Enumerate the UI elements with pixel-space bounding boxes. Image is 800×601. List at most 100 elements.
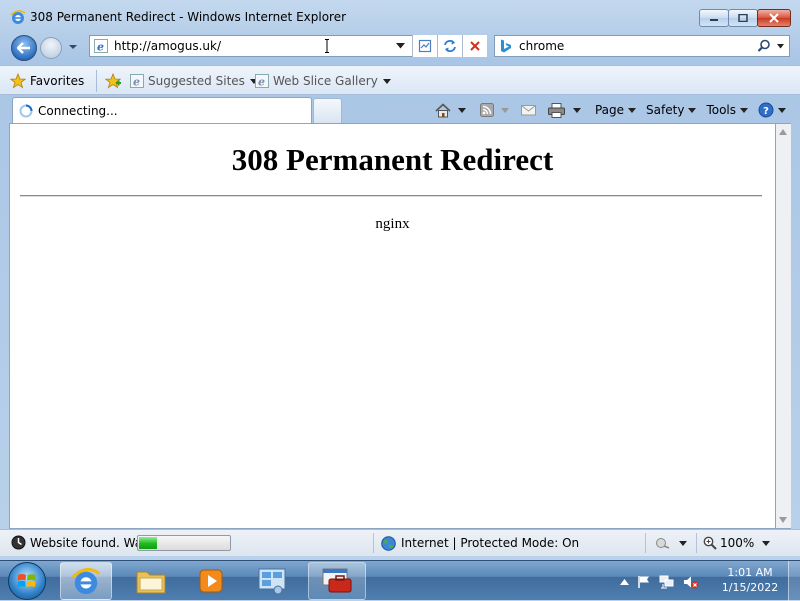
page-menu-button[interactable]: Page [594, 103, 637, 117]
printer-icon [547, 102, 565, 118]
favorites-button[interactable]: Favorites [10, 71, 84, 91]
tab-command-bar: Connecting... Page Safety Tools ? [0, 95, 800, 123]
forward-button[interactable] [40, 37, 62, 59]
compatibility-view-button[interactable] [412, 35, 437, 57]
taskbar-toolbox-app[interactable] [308, 562, 366, 600]
minimize-icon [710, 19, 718, 21]
action-center-flag-icon[interactable] [637, 575, 651, 589]
clock-time: 1:01 AM [727, 566, 773, 579]
search-icon[interactable] [757, 39, 771, 53]
taskbar-windows-explorer[interactable] [125, 562, 177, 600]
help-icon: ? [758, 102, 774, 118]
feeds-button[interactable] [479, 103, 509, 117]
refresh-button[interactable] [437, 35, 462, 57]
help-button[interactable]: ? [758, 102, 786, 118]
suggested-sites-link[interactable]: e Suggested Sites [130, 71, 258, 91]
show-hidden-icons-icon[interactable] [620, 579, 629, 585]
favorites-star-icon [10, 73, 26, 89]
scroll-down-arrow-icon[interactable] [779, 517, 787, 523]
mail-icon [520, 105, 536, 116]
scroll-up-arrow-icon[interactable] [779, 129, 787, 135]
address-input[interactable] [114, 36, 404, 56]
favorites-separator [96, 70, 97, 92]
status-separator [696, 533, 697, 553]
refresh-icon [444, 40, 456, 52]
chevron-down-icon [679, 540, 687, 546]
tab-label: Connecting... [38, 103, 118, 118]
page-divider [20, 195, 762, 197]
print-button[interactable] [547, 102, 581, 118]
zoom-dropdown-icon[interactable] [762, 541, 770, 546]
ie-logo-icon [10, 10, 26, 24]
suggested-sites-label: Suggested Sites [148, 74, 245, 88]
ie-page-icon: e [94, 39, 108, 53]
chevron-down-icon [778, 107, 786, 113]
recent-pages-dropdown-icon[interactable] [68, 42, 78, 52]
svg-text:e: e [97, 41, 104, 54]
vertical-scrollbar[interactable] [776, 123, 791, 529]
taskbar-media-player[interactable] [185, 562, 237, 600]
media-player-icon [199, 569, 223, 593]
minimize-button[interactable] [699, 9, 729, 27]
svg-text:e: e [133, 76, 140, 89]
window-title: 308 Permanent Redirect - Windows Interne… [30, 10, 347, 24]
navigation-bar: e [0, 34, 800, 61]
protected-mode-button[interactable] [655, 535, 687, 551]
network-icon[interactable] [659, 575, 675, 589]
taskbar-control-panel[interactable] [246, 562, 298, 600]
chevron-down-icon[interactable] [572, 107, 581, 113]
back-button[interactable] [11, 35, 37, 61]
clock-date: 1/15/2022 [721, 581, 779, 594]
maximize-button[interactable] [728, 9, 758, 27]
tools-menu-button[interactable]: Tools [706, 103, 748, 117]
zoom-button[interactable]: 100% [703, 535, 754, 551]
stop-button[interactable] [462, 35, 487, 57]
chevron-down-icon [740, 107, 748, 113]
caption-buttons [699, 9, 791, 27]
ie-window: 308 Permanent Redirect - Windows Interne… [0, 0, 800, 560]
title-bar[interactable]: 308 Permanent Redirect - Windows Interne… [0, 0, 800, 34]
bing-icon [501, 39, 511, 53]
taskbar: 1:01 AM 1/15/2022 [0, 560, 800, 601]
search-input[interactable] [519, 36, 739, 56]
server-signature: nginx [375, 216, 410, 232]
tab-active[interactable]: Connecting... [12, 97, 312, 123]
rss-feed-icon [479, 103, 494, 117]
web-slice-gallery-label: Web Slice Gallery [273, 74, 378, 88]
chevron-down-icon[interactable] [500, 107, 509, 113]
tools-menu-label: Tools [706, 103, 736, 117]
network-computer-icon [258, 568, 286, 595]
volume-muted-icon[interactable] [683, 575, 699, 589]
globe-icon [381, 535, 396, 551]
favorites-label: Favorites [30, 74, 85, 88]
search-options-dropdown-icon[interactable] [777, 44, 784, 49]
back-arrow-icon [17, 42, 30, 54]
web-slice-gallery-link[interactable]: e Web Slice Gallery [255, 71, 391, 91]
status-text: Website found. Wai [30, 536, 146, 550]
start-button[interactable] [8, 562, 46, 600]
status-separator [645, 533, 646, 553]
ie-page-icon: e [255, 74, 269, 88]
maximize-icon [738, 14, 748, 22]
address-bar: e [89, 35, 487, 57]
favorites-bar: Favorites e Suggested Sites e Web Slice … [0, 65, 800, 95]
read-mail-button[interactable] [520, 104, 536, 116]
status-separator [373, 533, 374, 553]
safety-menu-button[interactable]: Safety [646, 103, 697, 117]
page-heading: 308 Permanent Redirect [231, 142, 554, 177]
close-button[interactable] [757, 9, 791, 27]
show-desktop-button[interactable] [788, 561, 800, 601]
taskbar-internet-explorer[interactable] [60, 562, 112, 600]
loading-spinner-icon [19, 104, 33, 117]
chevron-down-icon[interactable] [457, 107, 466, 113]
page-menu-label: Page [594, 103, 625, 117]
status-bar: Website found. Wai Internet | Protected … [0, 529, 800, 556]
new-tab-button[interactable] [313, 98, 342, 123]
system-clock[interactable]: 1:01 AM 1/15/2022 [716, 565, 784, 595]
windows-logo-icon [17, 574, 36, 587]
add-to-favorites-bar-icon[interactable] [104, 72, 122, 90]
security-zone[interactable]: Internet | Protected Mode: On [381, 535, 579, 551]
home-button[interactable] [435, 102, 466, 118]
svg-text:e: e [258, 76, 265, 89]
address-dropdown-icon[interactable] [396, 43, 405, 49]
